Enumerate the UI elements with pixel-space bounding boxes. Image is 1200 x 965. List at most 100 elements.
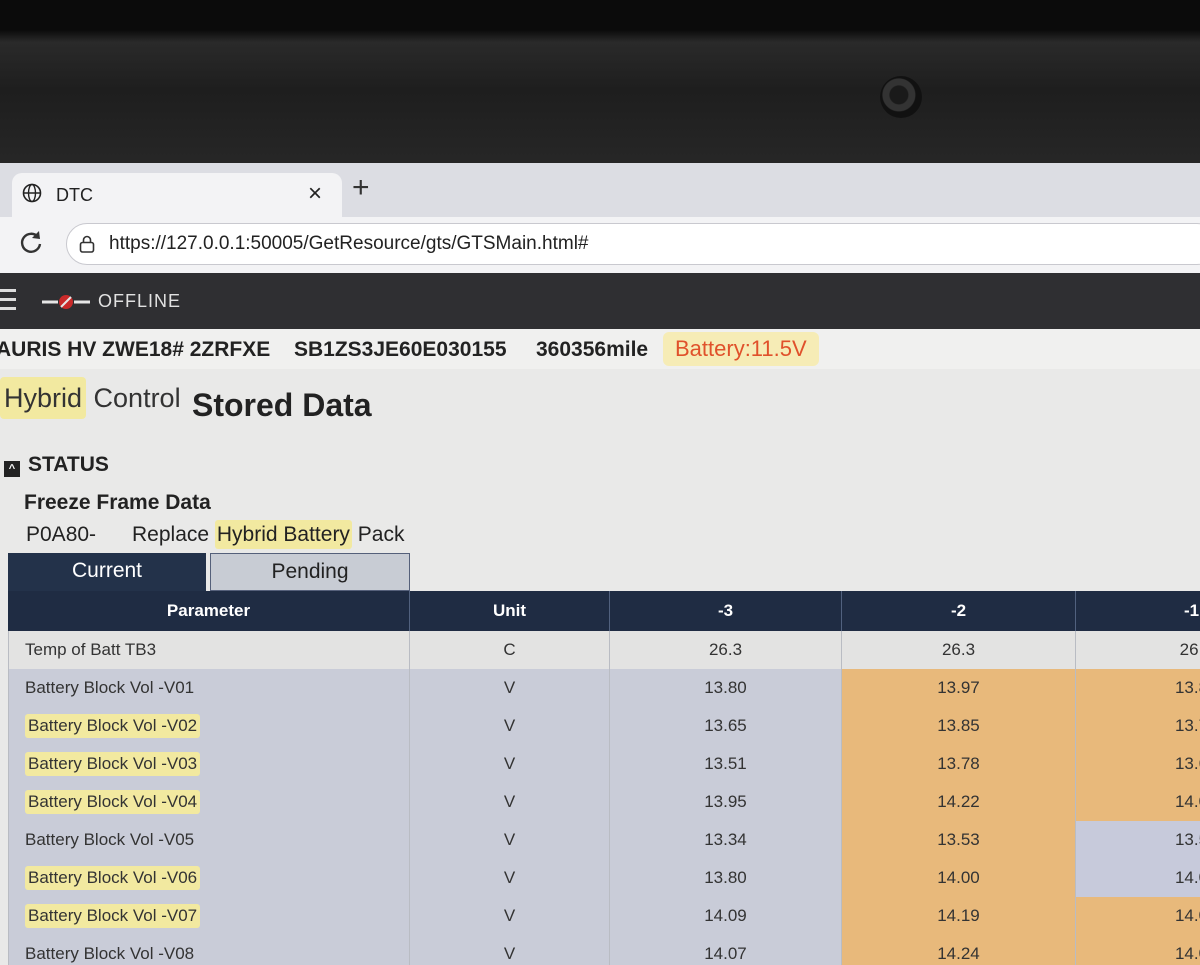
hamburger-menu-icon[interactable] [0, 289, 16, 313]
breadcrumb[interactable]: Hybrid Control [0, 377, 181, 419]
table-row: Battery Block Vol -V08 V 14.07 14.24 14.… [8, 935, 1200, 965]
cell-value: 13.34 [610, 821, 842, 859]
browser-tab[interactable]: DTC × [12, 173, 342, 217]
param-label: Battery Block Vol -V07 [25, 904, 201, 928]
cell-value: 13.6 [1076, 745, 1200, 783]
param-label: Battery Block Vol -V06 [25, 866, 201, 890]
url-input[interactable]: https://127.0.0.1:50005/GetResource/gts/… [66, 223, 1200, 265]
cell-unit: V [410, 707, 610, 745]
browser-tab-strip: DTC × + [0, 163, 1200, 217]
cell-unit: V [410, 821, 610, 859]
table-row: Temp of Batt TB3 C 26.3 26.3 26. [8, 631, 1200, 669]
app-header-bar: OFFLINE [0, 273, 1200, 329]
freeze-frame-table: Parameter Unit -3 -2 -1 Temp of Batt TB3… [8, 591, 1200, 965]
cell-parameter: Battery Block Vol -V07 [8, 897, 410, 935]
cell-unit: V [410, 935, 610, 965]
cell-unit: V [410, 783, 610, 821]
tab-title: DTC [56, 185, 93, 205]
cell-value: 13.80 [610, 669, 842, 707]
disconnected-icon [42, 295, 90, 309]
param-label: Battery Block Vol -V04 [25, 790, 201, 814]
column-header-minus1: -1 [1076, 591, 1200, 631]
cell-value: 14.0 [1076, 859, 1200, 897]
breadcrumb-highlight: Hybrid [0, 377, 87, 419]
cell-value: 13.7 [1076, 707, 1200, 745]
cell-unit: V [410, 897, 610, 935]
param-label: Battery Block Vol -V02 [25, 714, 201, 738]
new-tab-button[interactable]: + [352, 171, 370, 205]
column-header-parameter: Parameter [8, 591, 410, 631]
cell-parameter: Temp of Batt TB3 [8, 631, 410, 669]
cell-value: 14.07 [610, 935, 842, 965]
url-text: https://127.0.0.1:50005/GetResource/gts/… [109, 233, 589, 254]
cell-value: 13.51 [610, 745, 842, 783]
cell-unit: V [410, 859, 610, 897]
webcam-icon [880, 76, 922, 118]
vehicle-model: AURIS HV ZWE18# 2ZRFXE [0, 338, 271, 361]
table-row: Battery Block Vol -V01 V 13.80 13.97 13.… [8, 669, 1200, 707]
table-header-row: Parameter Unit -3 -2 -1 [8, 591, 1200, 631]
cell-parameter: Battery Block Vol -V04 [8, 783, 410, 821]
cell-value: 13.78 [842, 745, 1076, 783]
table-row: Battery Block Vol -V07 V 14.09 14.19 14.… [8, 897, 1200, 935]
address-bar-row: https://127.0.0.1:50005/GetResource/gts/… [0, 217, 1200, 273]
page-title: Stored Data [192, 387, 372, 423]
cell-value: 14.09 [610, 897, 842, 935]
cell-value: 13.5 [1076, 821, 1200, 859]
cell-value: 26. [1076, 631, 1200, 669]
vehicle-mileage: 360356mile [536, 338, 649, 361]
cell-value: 13.53 [842, 821, 1076, 859]
collapse-icon[interactable]: ^ [4, 461, 20, 477]
dtc-code: P0A80- [26, 523, 97, 546]
cell-value: 26.3 [610, 631, 842, 669]
cell-unit: C [410, 631, 610, 669]
status-section-header[interactable]: ^ STATUS [4, 453, 109, 477]
cell-value: 13.65 [610, 707, 842, 745]
cell-parameter: Battery Block Vol -V03 [8, 745, 410, 783]
cell-parameter: Battery Block Vol -V08 [8, 935, 410, 965]
table-row: Battery Block Vol -V06 V 13.80 14.00 14.… [8, 859, 1200, 897]
cell-value: 14.24 [842, 935, 1076, 965]
cell-value: 13.80 [610, 859, 842, 897]
dtc-desc-part: Pack [351, 523, 405, 546]
vehicle-vin: SB1ZS3JE60E030155 [294, 338, 507, 361]
vehicle-info-bar: AURIS HV ZWE18# 2ZRFXE SB1ZS3JE60E030155… [0, 329, 1200, 369]
column-header-minus3: -3 [610, 591, 842, 631]
table-row: Battery Block Vol -V05 V 13.34 13.53 13.… [8, 821, 1200, 859]
cell-value: 14.22 [842, 783, 1076, 821]
reload-icon[interactable] [18, 229, 44, 255]
tab-pending[interactable]: Pending [210, 553, 410, 591]
cell-value: 14.0 [1076, 935, 1200, 965]
cell-value: 14.0 [1076, 897, 1200, 935]
status-title: STATUS [28, 453, 109, 476]
tab-close-icon[interactable]: × [308, 180, 322, 208]
cell-parameter: Battery Block Vol -V06 [8, 859, 410, 897]
cell-value: 14.19 [842, 897, 1076, 935]
globe-icon [22, 183, 42, 203]
battery-voltage-badge: Battery:11.5V [663, 332, 819, 366]
connection-status: OFFLINE [98, 291, 182, 311]
cell-value: 13.95 [610, 783, 842, 821]
cell-value: 14.00 [842, 859, 1076, 897]
param-label: Battery Block Vol -V03 [25, 752, 201, 776]
table-row: Battery Block Vol -V03 V 13.51 13.78 13.… [8, 745, 1200, 783]
dtc-desc-highlight: Hybrid Battery [214, 520, 352, 549]
dtc-description: Replace Hybrid Battery Pack [132, 520, 405, 549]
cell-value: 13.85 [842, 707, 1076, 745]
cell-unit: V [410, 669, 610, 707]
dtc-desc-part: Replace [132, 523, 215, 546]
tab-current[interactable]: Current [8, 553, 206, 591]
column-header-minus2: -2 [842, 591, 1076, 631]
table-row: Battery Block Vol -V04 V 13.95 14.22 14.… [8, 783, 1200, 821]
laptop-bezel [0, 0, 1200, 168]
cell-value: 26.3 [842, 631, 1076, 669]
cell-value: 14.0 [1076, 783, 1200, 821]
breadcrumb-rest: Control [86, 383, 181, 413]
cell-value: 13.8 [1076, 669, 1200, 707]
freeze-frame-title: Freeze Frame Data [24, 491, 211, 514]
screen: DTC × + https://127.0.0.1:50005/GetResou… [0, 163, 1200, 965]
cell-parameter: Battery Block Vol -V02 [8, 707, 410, 745]
column-header-unit: Unit [410, 591, 610, 631]
table-row: Battery Block Vol -V02 V 13.65 13.85 13.… [8, 707, 1200, 745]
lock-icon [79, 235, 95, 253]
